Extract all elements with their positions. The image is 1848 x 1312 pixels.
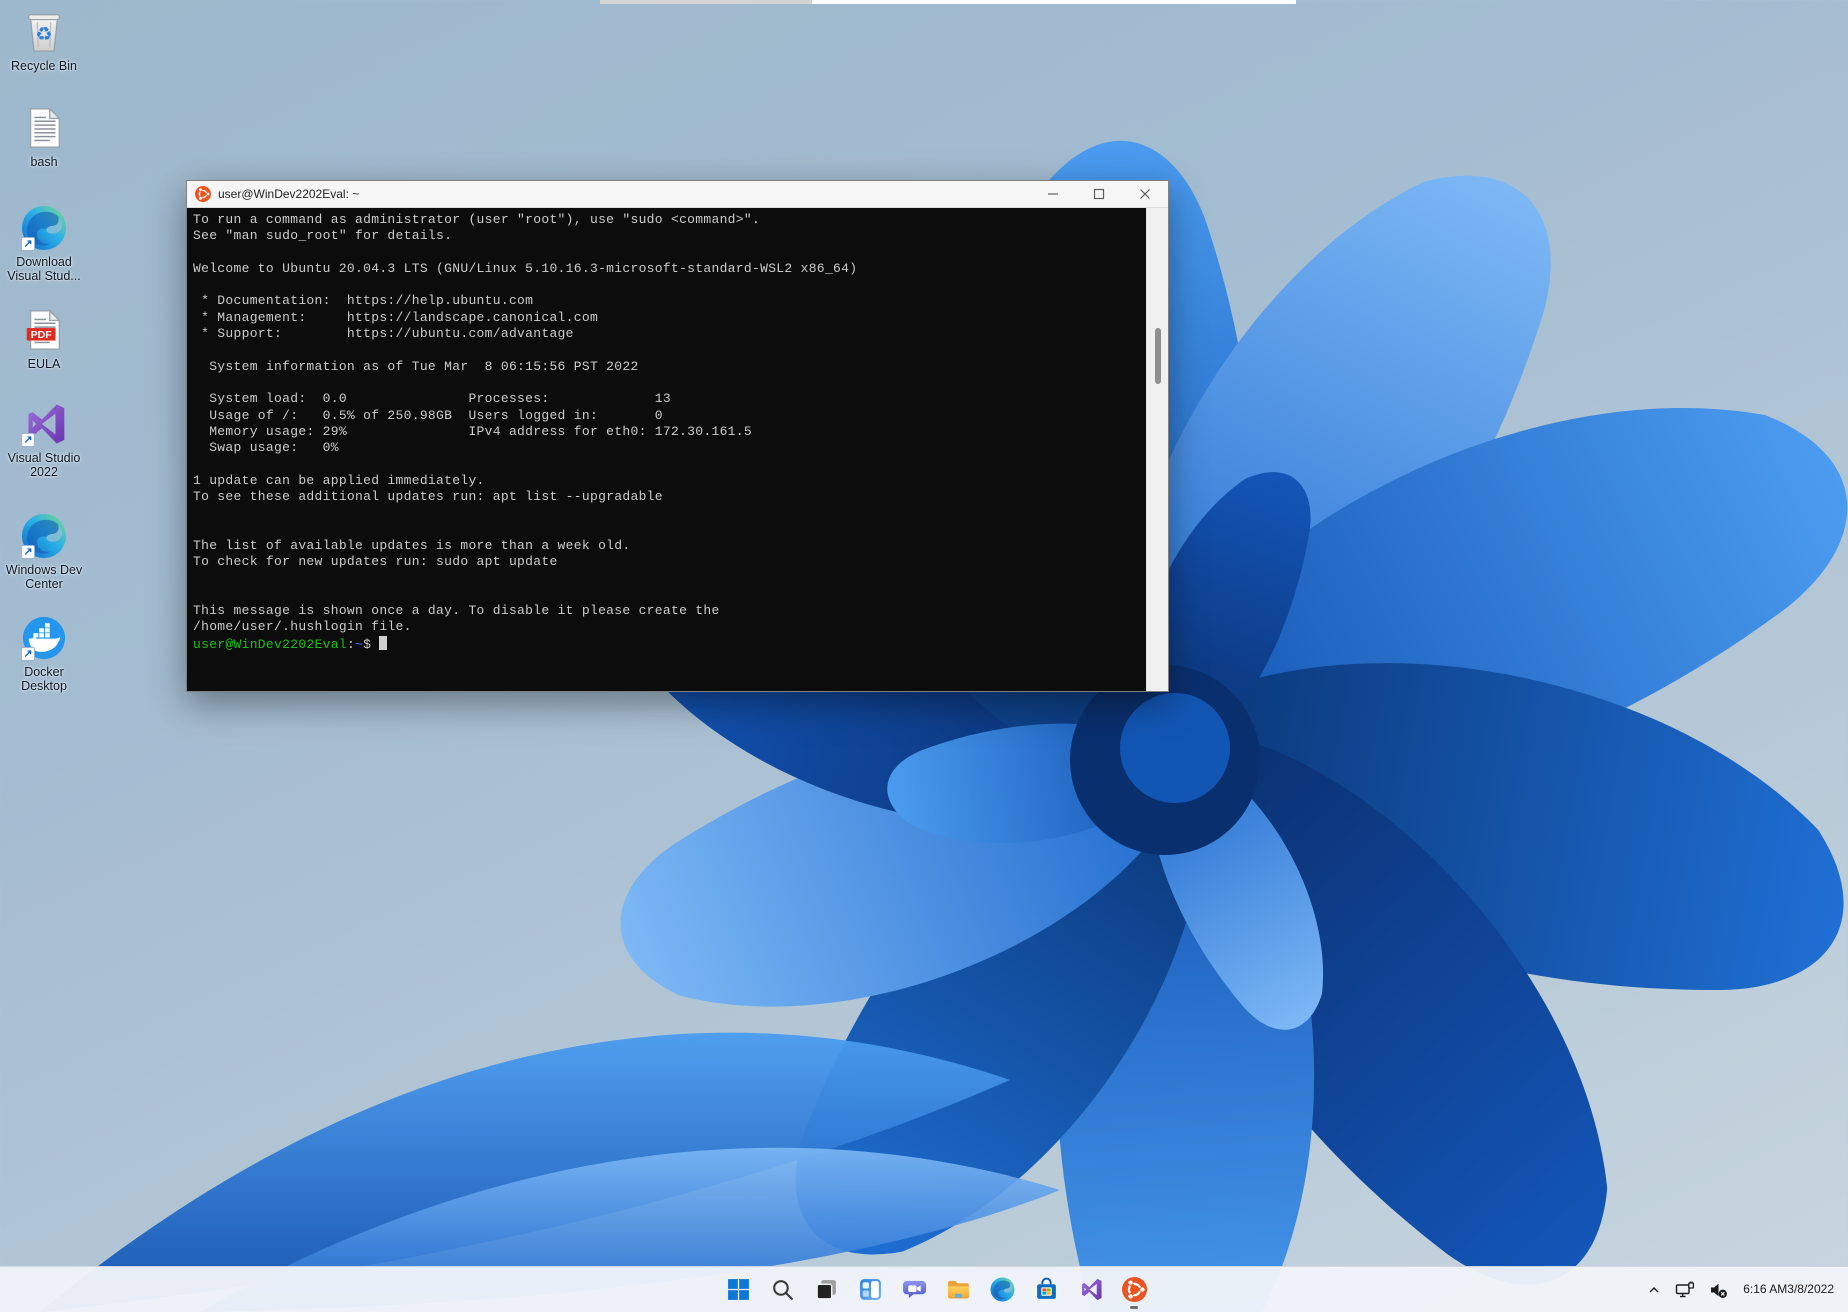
tray-date: 3/8/2022 (1787, 1282, 1834, 1297)
desktop-icon-label-line2: 2022 (8, 465, 81, 479)
text-document-icon (20, 104, 68, 152)
edge-icon: ↗ (20, 204, 68, 252)
desktop-icon-label-line2: Center (6, 577, 82, 591)
terminal-cursor (379, 636, 387, 650)
desktop-icon-recycle-bin[interactable]: Recycle Bin (2, 8, 86, 73)
terminal-titlebar[interactable]: user@WinDev2202Eval: ~ (187, 181, 1168, 208)
clock[interactable]: 6:16 AM 3/8/2022 (1735, 1270, 1842, 1310)
shortcut-arrow-icon: ↗ (21, 545, 35, 559)
visual-studio-icon (1078, 1277, 1103, 1302)
desktop-icon-label: EULA (28, 357, 61, 371)
edge-button[interactable] (982, 1269, 1022, 1311)
desktop-icon-label: Visual Studio (8, 451, 81, 465)
prompt-path: ~ (355, 637, 363, 652)
running-app-indicator (1130, 1306, 1138, 1309)
docker-icon: ↗ (20, 614, 68, 662)
close-button[interactable] (1122, 181, 1168, 207)
prompt-user-host: user@WinDev2202Eval (193, 637, 347, 652)
chat-button[interactable] (894, 1269, 934, 1311)
ubuntu-button[interactable] (1114, 1269, 1154, 1311)
widgets-button[interactable] (850, 1269, 890, 1311)
edge-icon (990, 1277, 1015, 1302)
file-explorer-button[interactable] (938, 1269, 978, 1311)
terminal-window: user@WinDev2202Eval: ~ To run a command … (186, 180, 1169, 692)
scrollbar-thumb[interactable] (1155, 328, 1161, 384)
window-title: user@WinDev2202Eval: ~ (218, 187, 359, 201)
maximize-button[interactable] (1076, 181, 1122, 207)
volume-tray-button[interactable] (1702, 1270, 1735, 1310)
desktop-icon-label: Recycle Bin (11, 59, 77, 73)
start-button[interactable] (718, 1269, 758, 1311)
visual-studio-icon: ↗ (20, 400, 68, 448)
minimize-button[interactable] (1030, 181, 1076, 207)
desktop-icon-windows-dev-center[interactable]: ↗ Windows Dev Center (2, 512, 86, 591)
terminal-scrollbar[interactable] (1146, 208, 1168, 691)
chevron-up-icon (1647, 1283, 1661, 1297)
terminal-content[interactable]: To run a command as administrator (user … (187, 208, 1146, 691)
visual-studio-button[interactable] (1070, 1269, 1110, 1311)
task-view-icon (814, 1277, 839, 1302)
desktop-icon-eula[interactable]: PDF EULA (2, 306, 86, 371)
windows-start-icon (726, 1277, 751, 1302)
edge-icon: ↗ (20, 512, 68, 560)
shortcut-arrow-icon: ↗ (21, 237, 35, 251)
background-window-sliver (600, 0, 1296, 4)
search-button[interactable] (762, 1269, 802, 1311)
network-tray-button[interactable] (1668, 1270, 1702, 1310)
tray-chevron-button[interactable] (1640, 1270, 1668, 1310)
prompt-separator: : (347, 637, 355, 652)
volume-muted-icon (1709, 1281, 1728, 1299)
tray-time: 6:16 AM (1743, 1282, 1787, 1297)
desktop-icon-download-visual-studio[interactable]: ↗ Download Visual Stud... (2, 204, 86, 283)
ethernet-network-icon (1675, 1281, 1695, 1299)
desktop-icon-label: Windows Dev (6, 563, 82, 577)
shortcut-arrow-icon: ↗ (21, 647, 35, 661)
desktop-icon-label: bash (30, 155, 57, 169)
recycle-bin-icon (20, 8, 68, 56)
ubuntu-icon (1122, 1277, 1147, 1302)
pdf-document-icon: PDF (20, 306, 68, 354)
widgets-icon (858, 1277, 883, 1302)
chat-icon (902, 1277, 927, 1302)
desktop-icon-visual-studio-2022[interactable]: ↗ Visual Studio 2022 (2, 400, 86, 479)
taskbar: 6:16 AM 3/8/2022 (0, 1266, 1848, 1312)
terminal-output: To run a command as administrator (user … (193, 212, 1146, 636)
shortcut-arrow-icon: ↗ (21, 433, 35, 447)
desktop-icon-docker-desktop[interactable]: ↗ Docker Desktop (2, 614, 86, 693)
prompt-symbol: $ (363, 637, 371, 652)
terminal-prompt: user@WinDev2202Eval:~$ (193, 636, 1146, 653)
desktop-icon-label: Docker (21, 665, 67, 679)
desktop-icon-label: Download (7, 255, 80, 269)
store-icon (1034, 1277, 1059, 1302)
desktop-icon-label-line2: Visual Stud... (7, 269, 80, 283)
search-icon (770, 1277, 795, 1302)
pdf-badge: PDF (31, 329, 53, 341)
desktop-icon-label-line2: Desktop (21, 679, 67, 693)
task-view-button[interactable] (806, 1269, 846, 1311)
file-explorer-icon (946, 1277, 971, 1302)
ubuntu-logo-icon (195, 186, 211, 202)
desktop-icon-bash[interactable]: bash (2, 104, 86, 169)
store-button[interactable] (1026, 1269, 1066, 1311)
